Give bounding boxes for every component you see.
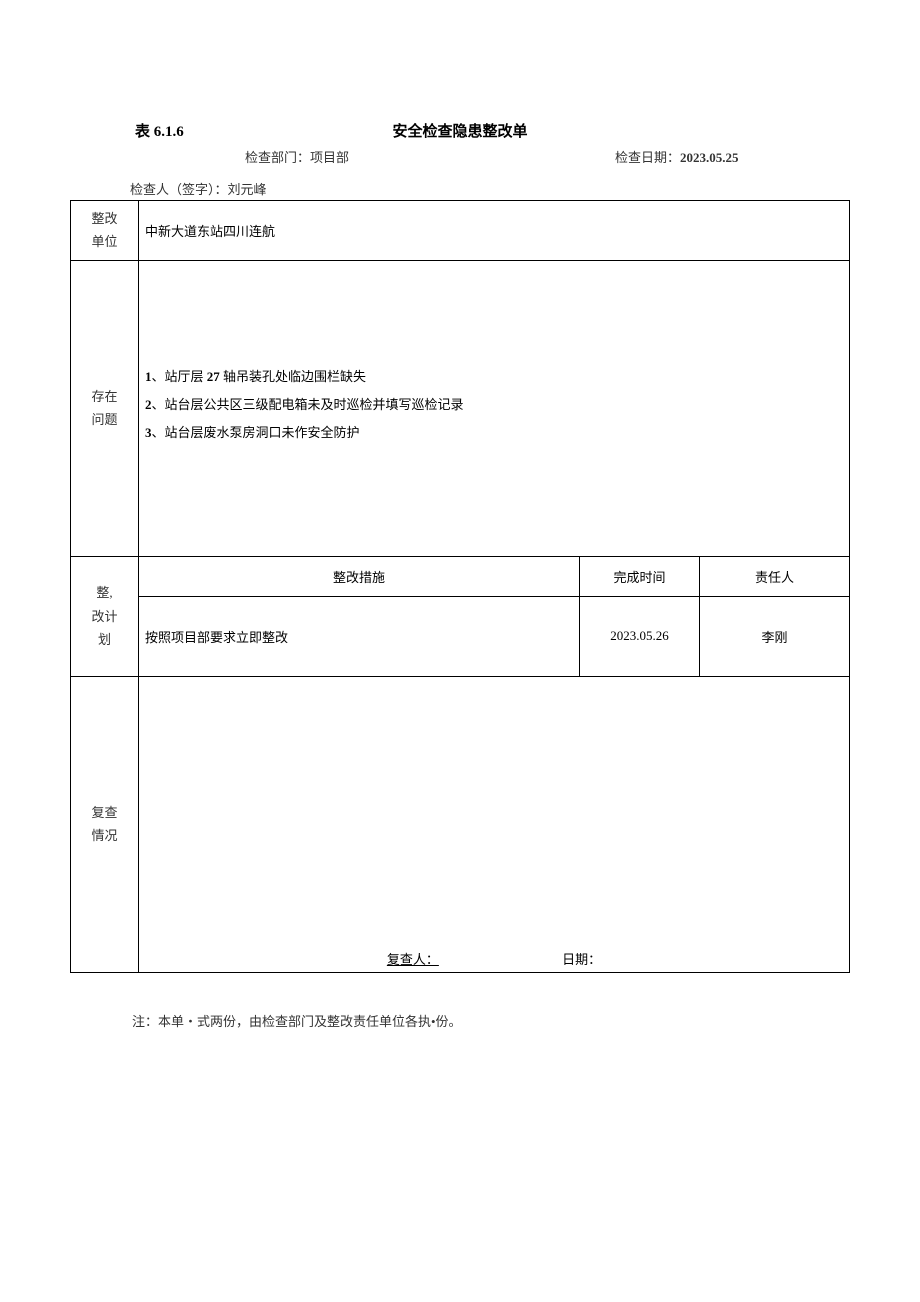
issue-2-text: 站台层公共区三级配电箱未及时巡检并填写巡检记录 <box>165 397 464 412</box>
plan-header-time: 完成时间 <box>580 556 700 596</box>
unit-label-l1: 整改 <box>77 207 132 230</box>
sub-header-row: 检查部门：项目部 检查日期：2023.05.25 <box>70 147 850 165</box>
unit-value-cell: 中新大道东站四川连航 <box>139 201 850 261</box>
signer-row: 检查人（签字）：刘元峰 <box>70 179 850 198</box>
issue-3-sep: 、 <box>152 425 165 440</box>
dept-label: 检查部门： <box>245 150 310 165</box>
review-cell: 复查人： 日期： <box>139 676 850 972</box>
review-bottom-line: 复查人： 日期： <box>139 949 849 968</box>
review-reviewer-label: 复查人： <box>387 952 439 967</box>
issues-label-cell: 存在 问题 <box>71 260 139 556</box>
plan-header-measure: 整改措施 <box>139 556 580 596</box>
header-row: 表 6.1.6 安全检查隐患整改单 <box>70 120 850 141</box>
dept-block: 检查部门：项目部 <box>245 147 349 166</box>
issues-label-l1: 存在 <box>77 385 132 408</box>
issue-line-1: 1、站厅层 27 轴吊装孔处临边围栏缺失 <box>145 366 843 388</box>
form-table: 整改 单位 中新大道东站四川连航 存在 问题 1、站厅层 27 轴吊装孔处临边围… <box>70 200 850 973</box>
plan-label-l1: 整, <box>77 581 132 604</box>
row-plan-body: 按照项目部要求立即整改 2023.05.26 李刚 <box>71 596 850 676</box>
dept-value: 项目部 <box>310 150 349 165</box>
issue-3-text: 站台层废水泵房洞口未作安全防护 <box>165 425 360 440</box>
review-date-label: 日期： <box>562 952 601 967</box>
issue-1-sep: 、 <box>152 369 165 384</box>
issue-line-3: 3、站台层废水泵房洞口未作安全防护 <box>145 422 843 444</box>
issue-1-text-b: 27 <box>207 369 220 384</box>
issue-2-sep: 、 <box>152 397 165 412</box>
plan-label-l2: 改计 <box>77 605 132 628</box>
issues-cell: 1、站厅层 27 轴吊装孔处临边围栏缺失 2、站台层公共区三级配电箱未及时巡检并… <box>139 260 850 556</box>
plan-header-resp: 责任人 <box>700 556 850 596</box>
issues-label-l2: 问题 <box>77 408 132 431</box>
row-review: 复查 情况 复查人： 日期： <box>71 676 850 972</box>
row-plan-header: 整, 改计 划 整改措施 完成时间 责任人 <box>71 556 850 596</box>
plan-label-l3: 划 <box>77 628 132 651</box>
footnote: 注：本单・式两份，由检查部门及整改责任单位各执•份。 <box>70 1011 850 1030</box>
signer-value: 刘元峰 <box>228 182 267 197</box>
form-number: 表 6.1.6 <box>70 120 184 141</box>
row-unit: 整改 单位 中新大道东站四川连航 <box>71 201 850 261</box>
plan-resp: 李刚 <box>700 596 850 676</box>
plan-measure: 按照项目部要求立即整改 <box>139 596 580 676</box>
review-label-cell: 复查 情况 <box>71 676 139 972</box>
check-date-label: 检查日期： <box>615 150 680 165</box>
review-label-l1: 复查 <box>77 801 132 824</box>
issue-line-2: 2、站台层公共区三级配电箱未及时巡检并填写巡检记录 <box>145 394 843 416</box>
issue-1-text-a: 站厅层 <box>165 369 204 384</box>
unit-label-l2: 单位 <box>77 230 132 253</box>
check-date-value: 2023.05.25 <box>680 150 739 165</box>
plan-label-cell: 整, 改计 划 <box>71 556 139 676</box>
form-title: 安全检查隐患整改单 <box>70 120 850 141</box>
signer-label: 检查人（签字）： <box>130 182 228 197</box>
plan-time: 2023.05.26 <box>580 596 700 676</box>
unit-label-cell: 整改 单位 <box>71 201 139 261</box>
row-issues: 存在 问题 1、站厅层 27 轴吊装孔处临边围栏缺失 2、站台层公共区三级配电箱… <box>71 260 850 556</box>
page: 表 6.1.6 安全检查隐患整改单 检查部门：项目部 检查日期：2023.05.… <box>0 0 920 1302</box>
issue-1-text-c: 轴吊装孔处临边围栏缺失 <box>223 369 366 384</box>
review-label-l2: 情况 <box>77 824 132 847</box>
check-date-block: 检查日期：2023.05.25 <box>615 147 739 166</box>
